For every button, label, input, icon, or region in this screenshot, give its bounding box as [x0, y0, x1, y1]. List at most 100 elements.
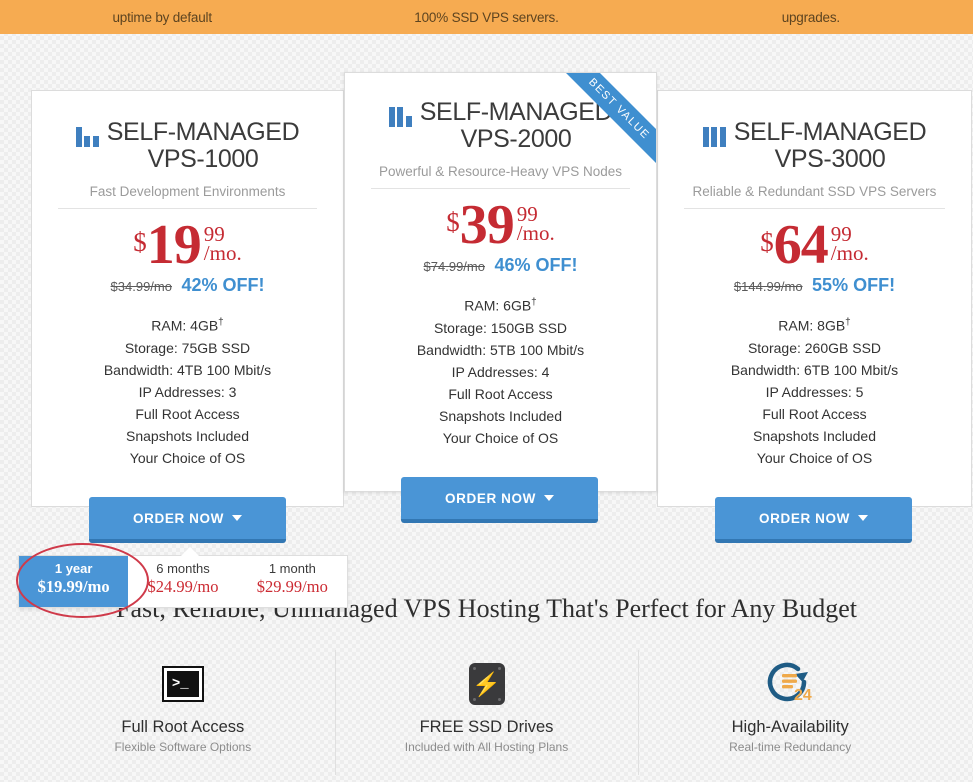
- chevron-down-icon: [543, 495, 554, 501]
- discount-badge: 42% OFF!: [181, 275, 265, 296]
- price-block: $ 64 99 /mo.: [658, 217, 971, 273]
- screw-icon: [472, 667, 476, 670]
- plan-title-line1: SELF-MANAGED: [106, 118, 300, 146]
- plan-subtitle: Fast Development Environments: [89, 184, 286, 199]
- billing-option-6-months[interactable]: 6 months $24.99/mo: [128, 556, 237, 607]
- price-fraction: 99 /mo.: [203, 224, 242, 265]
- billing-option-amount: $19.99/mo: [37, 577, 110, 596]
- plan-title: SELF-MANAGED VPS-2000: [419, 98, 613, 153]
- feature-item: Snapshots Included: [753, 427, 876, 444]
- billing-option-1-month[interactable]: 1 month $29.99/mo: [238, 556, 347, 607]
- feature-list: RAM: 8GB† Storage: 260GB SSD Bandwidth: …: [658, 312, 971, 469]
- ssd-drive-icon: ⚡: [335, 658, 639, 710]
- plan-title-line2: VPS-3000: [774, 145, 886, 173]
- billing-option-1-year[interactable]: 1 year $19.99/mo: [19, 556, 129, 607]
- billing-option-label: 1 year: [54, 561, 93, 576]
- price-fraction: 99 /mo.: [516, 204, 555, 245]
- pricing-card-vps-1000[interactable]: SELF-MANAGED VPS-1000 Fast Development E…: [31, 90, 344, 507]
- billing-option-amount: $29.99/mo: [256, 577, 328, 596]
- price-block: $ 19 99 /mo.: [32, 217, 343, 273]
- feature-highlights: >_ Full Root Access Flexible Software Op…: [31, 650, 942, 775]
- plan-title: SELF-MANAGED VPS-3000: [733, 118, 927, 173]
- dagger-marker: †: [218, 317, 224, 329]
- order-now-label: ORDER NOW: [445, 490, 536, 506]
- availability-24-svg: 24: [767, 662, 812, 704]
- feature-text: RAM: 4GB: [151, 317, 219, 334]
- plan-title-line2: VPS-1000: [147, 145, 259, 173]
- highlight-title: High-Availability: [731, 718, 849, 736]
- feature-item: Full Root Access: [448, 385, 553, 402]
- discount-row: $144.99/mo 55% OFF!: [658, 275, 971, 296]
- feature-item: Your Choice of OS: [129, 449, 246, 466]
- feature-item: Bandwidth: 5TB 100 Mbit/s: [416, 341, 585, 358]
- billing-option-amount: $24.99/mo: [147, 577, 219, 596]
- screw-icon: [497, 698, 501, 701]
- old-price: $144.99/mo: [733, 279, 803, 295]
- bar-chart-2-icon: [388, 105, 412, 127]
- feature-text: RAM: 6GB: [464, 297, 532, 314]
- highlight-subtitle: Included with All Hosting Plans: [404, 740, 569, 754]
- old-price: $74.99/mo: [423, 259, 485, 275]
- highlight-full-root-access: >_ Full Root Access Flexible Software Op…: [31, 650, 335, 775]
- old-price: $34.99/mo: [110, 279, 172, 295]
- feature-item: Storage: 260GB SSD: [747, 339, 882, 356]
- bar-chart-3-icon: [702, 125, 726, 147]
- screw-icon: [472, 698, 476, 701]
- feature-item: RAM: 4GB†: [32, 312, 343, 337]
- highlight-subtitle: Real-time Redundancy: [729, 740, 852, 754]
- discount-badge: 55% OFF!: [812, 275, 896, 296]
- billing-option-label: 1 month: [268, 561, 316, 576]
- card-divider: [684, 208, 945, 209]
- feature-item: Snapshots Included: [439, 407, 562, 424]
- billing-option-label: 6 months: [156, 561, 210, 576]
- card-header: SELF-MANAGED VPS-1000: [32, 91, 343, 173]
- feature-item: IP Addresses: 4: [451, 363, 550, 380]
- pricing-cards: SELF-MANAGED VPS-1000 Fast Development E…: [0, 0, 973, 560]
- card-divider: [371, 188, 630, 189]
- lightning-bolt-icon: ⚡: [472, 670, 501, 697]
- order-now-button-vps-1000[interactable]: ORDER NOW: [89, 497, 286, 543]
- price-period: /mo.: [830, 241, 869, 265]
- feature-item: RAM: 6GB†: [345, 292, 656, 317]
- feature-item: Your Choice of OS: [442, 429, 559, 446]
- plan-title-line1: SELF-MANAGED: [733, 118, 927, 146]
- plan-title-line1: SELF-MANAGED: [419, 98, 613, 126]
- discount-badge: 46% OFF!: [494, 255, 578, 276]
- discount-row: $74.99/mo 46% OFF!: [345, 255, 656, 276]
- feature-item: Your Choice of OS: [756, 449, 873, 466]
- card-header: SELF-MANAGED VPS-2000: [345, 73, 656, 153]
- feature-item: RAM: 8GB†: [658, 312, 971, 337]
- price-integer: 39: [459, 194, 515, 256]
- feature-item: Full Root Access: [135, 405, 240, 422]
- order-now-label: ORDER NOW: [133, 510, 224, 526]
- screw-icon: [497, 667, 501, 670]
- feature-item: Snapshots Included: [126, 427, 249, 444]
- bar-chart-1-icon: [75, 125, 99, 147]
- terminal-icon: >_: [31, 658, 335, 710]
- highlight-title: FREE SSD Drives: [419, 718, 554, 736]
- order-now-button-vps-2000[interactable]: ORDER NOW: [401, 477, 598, 523]
- pricing-card-vps-2000[interactable]: BEST VALUE SELF-MANAGED VPS-2000 Powerfu…: [344, 72, 657, 492]
- chevron-down-icon: [231, 515, 242, 521]
- availability-24-label: 24: [794, 687, 812, 704]
- price-currency: $: [446, 207, 460, 237]
- price-period: /mo.: [516, 221, 555, 245]
- price-currency: $: [760, 227, 774, 257]
- plan-subtitle: Powerful & Resource-Heavy VPS Nodes: [378, 164, 623, 179]
- dagger-marker: †: [531, 297, 537, 309]
- feature-item: IP Addresses: 5: [765, 383, 864, 400]
- highlight-title: Full Root Access: [121, 718, 245, 736]
- billing-period-dropdown[interactable]: 1 year $19.99/mo 6 months $24.99/mo 1 mo…: [18, 547, 348, 608]
- card-header: SELF-MANAGED VPS-3000: [658, 91, 971, 173]
- order-now-button-vps-3000[interactable]: ORDER NOW: [715, 497, 912, 543]
- feature-item: Storage: 75GB SSD: [124, 339, 251, 356]
- price-period: /mo.: [203, 241, 242, 265]
- feature-item: Full Root Access: [762, 405, 867, 422]
- pricing-card-vps-3000[interactable]: SELF-MANAGED VPS-3000 Reliable & Redunda…: [657, 90, 972, 507]
- feature-list: RAM: 4GB† Storage: 75GB SSD Bandwidth: 4…: [32, 312, 343, 469]
- highlight-subtitle: Flexible Software Options: [114, 740, 252, 754]
- plan-title: SELF-MANAGED VPS-1000: [106, 118, 300, 173]
- highlight-free-ssd-drives: ⚡ FREE SSD Drives Included with All Host…: [334, 650, 639, 775]
- ssd-drive-body: ⚡: [468, 663, 505, 705]
- price-fraction: 99 /mo.: [830, 224, 869, 265]
